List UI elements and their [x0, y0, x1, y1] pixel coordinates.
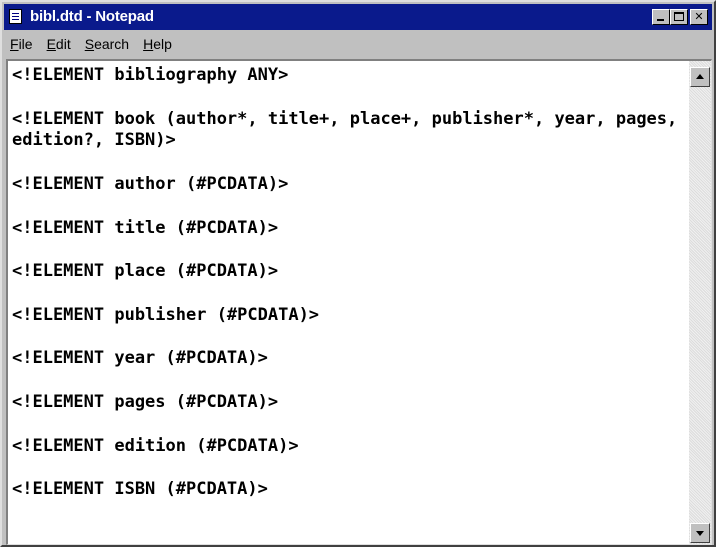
code-line[interactable]: <!ELEMENT title (#PCDATA)>	[12, 218, 688, 240]
maximize-button[interactable]	[670, 9, 688, 25]
menu-help[interactable]: Help	[136, 36, 179, 52]
scroll-up-button[interactable]	[690, 67, 710, 87]
menu-search[interactable]: Search	[78, 36, 136, 52]
notepad-window: bibl.dtd - Notepad ✕ File Edit Search He…	[0, 0, 716, 547]
maximize-icon	[674, 12, 684, 21]
blank-line[interactable]	[12, 87, 688, 109]
title-bar[interactable]: bibl.dtd - Notepad ✕	[4, 4, 712, 30]
close-button[interactable]: ✕	[690, 9, 708, 25]
blank-line[interactable]	[12, 239, 688, 261]
menu-edit[interactable]: Edit	[40, 36, 78, 52]
blank-line[interactable]	[12, 196, 688, 218]
blank-line[interactable]	[12, 370, 688, 392]
arrow-down-icon	[696, 531, 704, 536]
arrow-up-icon	[696, 74, 704, 79]
notepad-app-icon[interactable]	[9, 9, 22, 24]
text-content[interactable]: <!ELEMENT bibliography ANY> <!ELEMENT bo…	[12, 65, 688, 543]
blank-line[interactable]	[12, 327, 688, 349]
code-line[interactable]: <!ELEMENT bibliography ANY>	[12, 65, 688, 87]
scroll-down-button[interactable]	[690, 523, 710, 543]
editor-area[interactable]: <!ELEMENT bibliography ANY> <!ELEMENT bo…	[6, 59, 712, 545]
code-line[interactable]: <!ELEMENT edition (#PCDATA)>	[12, 436, 688, 458]
menu-file[interactable]: File	[4, 36, 40, 52]
minimize-icon	[657, 19, 664, 21]
close-icon: ✕	[694, 10, 704, 23]
code-line[interactable]: <!ELEMENT author (#PCDATA)>	[12, 174, 688, 196]
blank-line[interactable]	[12, 152, 688, 174]
vertical-scrollbar[interactable]	[689, 61, 711, 544]
code-line[interactable]: <!ELEMENT year (#PCDATA)>	[12, 348, 688, 370]
blank-line[interactable]	[12, 414, 688, 436]
code-line[interactable]: <!ELEMENT publisher (#PCDATA)>	[12, 305, 688, 327]
window-title: bibl.dtd - Notepad	[30, 8, 154, 25]
code-line[interactable]: <!ELEMENT pages (#PCDATA)>	[12, 392, 688, 414]
menu-bar: File Edit Search Help	[4, 32, 712, 56]
code-line[interactable]: <!ELEMENT place (#PCDATA)>	[12, 261, 688, 283]
blank-line[interactable]	[12, 457, 688, 479]
window-controls: ✕	[652, 9, 708, 25]
blank-line[interactable]	[12, 283, 688, 305]
code-line[interactable]: <!ELEMENT ISBN (#PCDATA)>	[12, 479, 688, 501]
minimize-button[interactable]	[652, 9, 670, 25]
code-line[interactable]: <!ELEMENT book (author*, title+, place+,…	[12, 109, 688, 153]
